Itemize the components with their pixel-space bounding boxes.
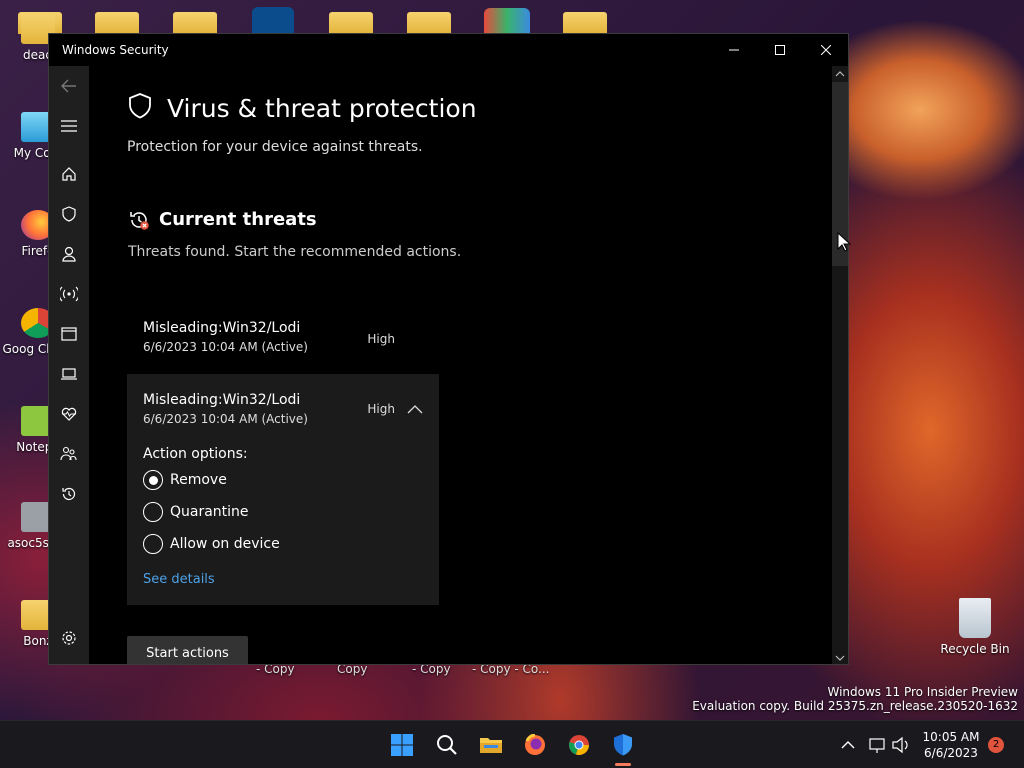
firefox-icon <box>525 734 545 755</box>
recycle-bin[interactable]: Recycle Bin <box>937 598 1013 656</box>
option-label: Remove <box>170 472 227 488</box>
desktop-folder-icon[interactable] <box>173 12 217 34</box>
file-explorer-button[interactable] <box>478 732 504 758</box>
chrome-button[interactable] <box>566 732 592 758</box>
active-app-indicator <box>615 763 631 766</box>
show-hidden-icons-button[interactable] <box>835 732 861 758</box>
sandboxie-icon[interactable] <box>252 7 294 33</box>
threat-expanded-card: Misleading:Win32/Lodi 6/6/2023 10:04 AM … <box>127 374 439 605</box>
clock-time: 10:05 AM <box>922 730 980 744</box>
chevron-up-icon <box>841 741 855 749</box>
start-actions-button[interactable]: Start actions <box>127 636 248 664</box>
option-label: Allow on device <box>170 536 280 552</box>
page-subtitle: Protection for your device against threa… <box>127 139 423 155</box>
app-icon[interactable] <box>484 8 530 34</box>
network-icon <box>869 738 885 753</box>
option-allow-on-device[interactable]: Allow on device <box>143 533 280 555</box>
desktop-folder-icon[interactable] <box>407 12 451 34</box>
folder-icon <box>480 738 502 753</box>
threat-row[interactable]: Misleading:Win32/Lodi 6/6/2023 10:04 AM … <box>127 374 439 432</box>
threat-severity: High <box>367 402 395 416</box>
radio-button[interactable] <box>143 470 163 490</box>
mouse-cursor-icon <box>837 232 851 252</box>
chevron-up-icon[interactable] <box>407 404 423 414</box>
build-watermark: Windows 11 Pro Insider Preview Evaluatio… <box>692 685 1018 713</box>
network-button[interactable] <box>864 732 890 758</box>
speaker-icon <box>892 736 908 754</box>
chrome-icon <box>569 735 589 755</box>
desktop-folder-icon[interactable] <box>329 12 373 34</box>
clock[interactable]: 10:05 AM 6/6/2023 <box>918 729 984 761</box>
action-options-label: Action options: <box>143 446 248 462</box>
shield-icon <box>129 93 151 119</box>
desktop-folder-icon[interactable] <box>563 12 607 34</box>
see-details-link[interactable]: See details <box>143 572 215 587</box>
start-button[interactable] <box>389 732 415 758</box>
search-icon <box>437 735 457 755</box>
option-quarantine[interactable]: Quarantine <box>143 501 249 523</box>
taskbar: 10:05 AM 6/6/2023 2 <box>0 720 1024 768</box>
section-subtitle: Threats found. Start the recommended act… <box>128 244 462 260</box>
main-content: Virus & threat protection Protection for… <box>49 34 834 664</box>
radio-button[interactable] <box>143 534 163 554</box>
threat-severity: High <box>367 332 395 346</box>
defender-shield-icon <box>614 734 632 756</box>
page-title: Virus & threat protection <box>167 94 477 123</box>
section-title: Current threats <box>159 209 317 230</box>
clock-date: 6/6/2023 <box>924 746 978 760</box>
search-button[interactable] <box>434 732 460 758</box>
threat-row[interactable]: Misleading:Win32/Lodi 6/6/2023 10:04 AM … <box>127 320 439 368</box>
notification-badge[interactable]: 2 <box>988 737 1004 753</box>
threat-history-icon <box>130 212 149 230</box>
option-label: Quarantine <box>170 504 249 520</box>
option-remove[interactable]: Remove <box>143 469 227 491</box>
volume-button[interactable] <box>888 732 914 758</box>
firefox-button[interactable] <box>522 732 548 758</box>
scrollbar[interactable] <box>832 66 848 664</box>
windows-security-button[interactable] <box>610 732 636 758</box>
scroll-up-icon[interactable] <box>832 68 848 80</box>
recycle-bin-icon <box>959 598 991 638</box>
windows-security-window: Windows Security Virus & threat protecti… <box>48 33 849 665</box>
windows-logo-icon <box>391 734 413 756</box>
desktop-folder-icon[interactable] <box>95 12 139 34</box>
radio-button[interactable] <box>143 502 163 522</box>
scroll-down-icon[interactable] <box>832 652 848 664</box>
